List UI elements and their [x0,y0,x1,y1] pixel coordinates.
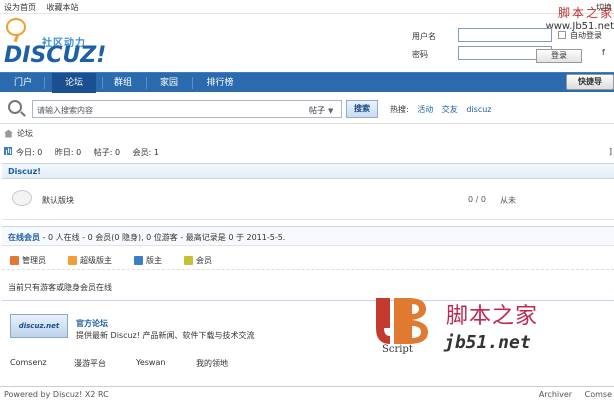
footer: Powered by Discuz! X2 RC Archiver Comse [0,386,614,401]
legend-admin: 管理员 [10,255,46,266]
category-title[interactable]: Discuz! [8,167,41,176]
comsenz-link[interactable]: Comse [585,390,612,399]
nav-item-group[interactable]: 群组 [108,73,138,93]
chart-icon [4,147,12,155]
password-label: 密码 [412,50,428,59]
search-bar: 请输入搜索内容 帖子 ▼ 搜索 热搜: 活动 交友 discuz [0,94,614,124]
friend-link[interactable]: 我的领地 [196,358,228,369]
stat-yesterday: 昨日: 0 [54,148,82,157]
forum-category-header: Discuz! [2,163,614,179]
search-icon [8,100,22,114]
nav-item-home[interactable]: 家园 [154,73,184,93]
breadcrumb-current[interactable]: 论坛 [17,129,33,138]
username-label: 用户名 [412,32,436,41]
home-icon[interactable] [4,129,13,138]
forum-name[interactable]: 默认版块 [42,195,74,206]
friend-link[interactable]: Yeswan [136,358,165,367]
legend-super-mod: 超级版主 [68,255,112,266]
friend-link[interactable]: Comsenz [10,358,47,367]
official-logo[interactable]: discuz.net [10,314,68,338]
login-button[interactable]: 登录 [536,49,582,63]
user-mod-icon [134,256,143,265]
online-header: 在线会员 - 0 人在线 - 0 会员(0 隐身), 0 位游客 - 最高记录是… [2,226,614,246]
friend-link[interactable]: 漫游平台 [74,358,106,369]
search-placeholder: 请输入搜索内容 [37,106,93,115]
main-nav: 门户 论坛 群组 家园 排行榜 [0,72,614,93]
hot-search: 热搜: 活动 交友 discuz [390,104,491,115]
top-bar: 设为首页 收藏本站 切换 [0,0,614,14]
logo-bubble-icon [6,18,26,36]
breadcrumb: 论坛 [4,128,33,139]
nav-item-ranking[interactable]: 排行榜 [200,73,240,93]
top-links: 设为首页 收藏本站 [4,2,87,13]
user-member-icon [184,256,193,265]
stat-members: 会员: 1 [132,148,159,157]
watermark-center-cn: 脚本之家 [446,304,539,329]
nav-item-portal[interactable]: 门户 [8,73,38,93]
online-message: 当前只有游客或隐身会员在线 [8,283,112,292]
login-form: 用户名 自动登录 密码 f [412,28,614,64]
archiver-link[interactable]: Archiver [539,390,572,399]
forum-last-post: 从未 [500,196,516,205]
user-admin-icon [10,256,19,265]
powered-by[interactable]: Powered by Discuz! X2 RC [4,390,109,399]
stat-today: 今日: 0 [16,148,43,157]
online-label[interactable]: 在线会员 [8,233,40,242]
chevron-down-icon: ▼ [328,107,334,115]
watermark-center: Script 脚本之家 jb51.net [372,296,614,360]
hot-search-link[interactable]: discuz [466,105,491,114]
online-summary: - 0 人在线 - 0 会员(0 隐身), 0 位游客 - 最高记录是 0 于 … [40,233,286,242]
auto-login-checkbox[interactable] [558,31,566,39]
official-title[interactable]: 官方论坛 [76,318,108,329]
logo-main: DISCUZ! [4,43,107,68]
stats-right: ] [608,147,612,156]
forum-row: 默认版块 0 / 0 从未 [2,180,614,220]
nav-item-forum[interactable]: 论坛 [52,73,96,93]
user-supermod-icon [68,256,77,265]
stat-posts: 帖子: 0 [93,148,121,157]
hot-search-link[interactable]: 活动 [417,105,433,114]
watermark-center-url: jb51.net [444,332,531,353]
site-logo[interactable]: 社区动力 DISCUZ! [4,18,114,68]
register-link[interactable]: f [602,48,605,57]
quick-nav-button[interactable]: 快捷导 [566,74,614,90]
watermark-top-cn: 脚本之家 [557,6,614,20]
search-input[interactable]: 请输入搜索内容 帖子 ▼ [32,100,342,118]
watermark-script: Script [382,344,413,355]
favorite-link[interactable]: 收藏本站 [47,3,79,12]
legend-mod: 版主 [134,255,162,266]
forum-icon [12,190,32,206]
auto-login-label: 自动登录 [570,31,602,40]
legend-member: 会员 [184,255,212,266]
official-desc: 提供最新 Discuz! 产品新闻、软件下载与技术交流 [76,331,255,340]
forum-stats: 今日: 0 昨日: 0 帖子: 0 会员: 1 ] [0,145,614,159]
hot-search-label: 热搜: [390,105,409,114]
forum-counts: 0 / 0 [468,195,486,204]
search-button[interactable]: 搜索 [346,100,378,118]
username-input[interactable] [458,28,552,42]
hot-search-link[interactable]: 交友 [442,105,458,114]
set-home-link[interactable]: 设为首页 [4,3,36,12]
online-legend: 管理员 超级版主 版主 会员 [2,252,614,270]
search-type-select[interactable]: 帖子 ▼ [309,105,333,116]
